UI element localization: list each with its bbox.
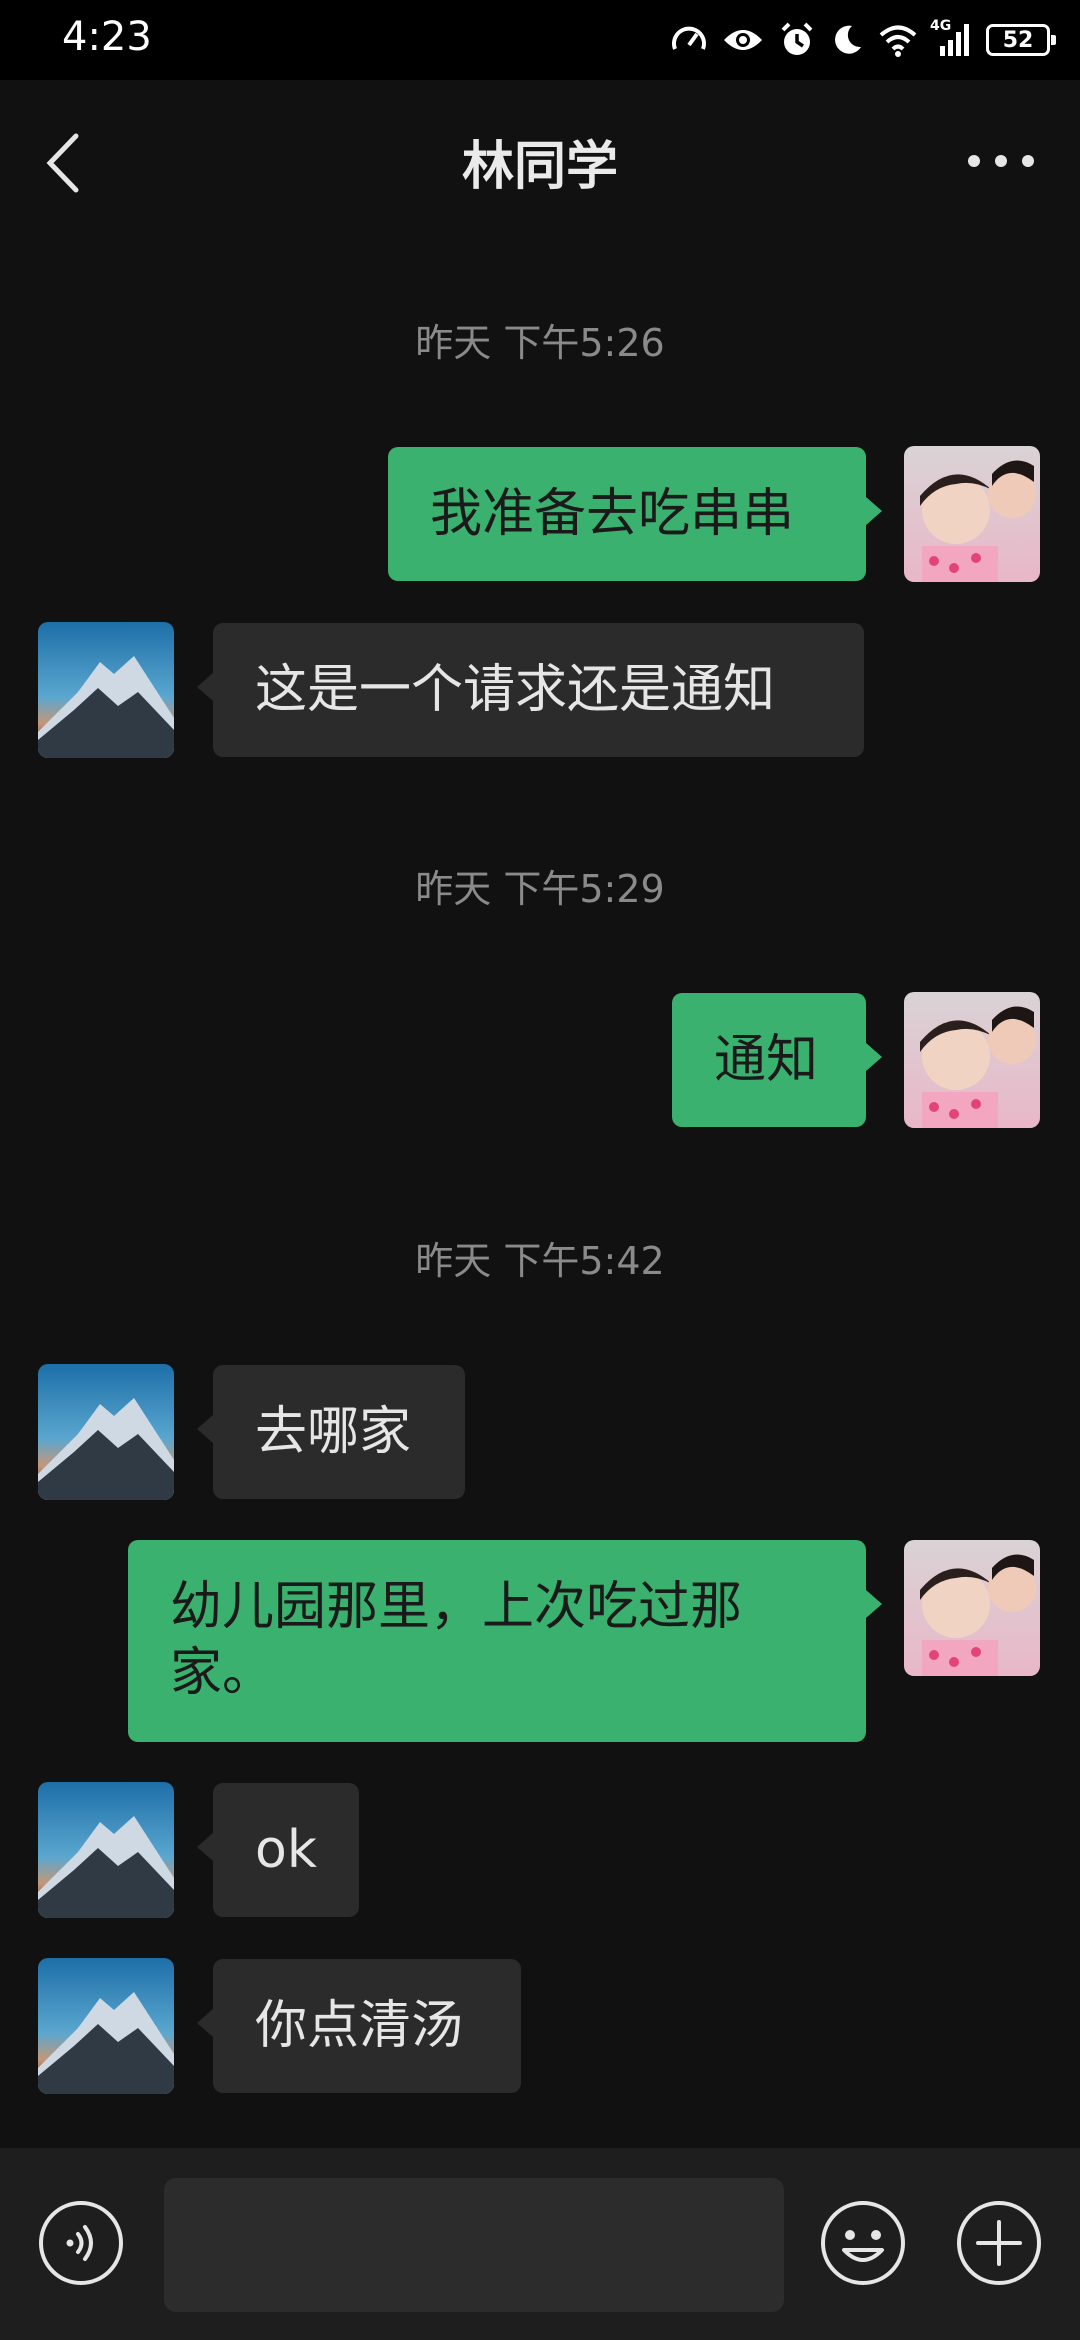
received-message-bubble[interactable]: ok xyxy=(197,1783,359,1917)
speedometer-icon xyxy=(672,26,706,50)
message-text: 我准备去吃串串 xyxy=(430,484,795,544)
message-text: 这是一个请求还是通知 xyxy=(255,660,776,720)
eye-icon xyxy=(724,30,762,50)
contact-avatar[interactable] xyxy=(38,622,174,758)
sent-message-bubble[interactable]: 幼儿园那里，上次吃过那家。 xyxy=(128,1540,882,1742)
status-bar: 4:23 4G 52 xyxy=(0,0,1080,80)
timestamp: 昨天 下午5:26 xyxy=(415,321,665,365)
received-message-bubble[interactable]: 你点清汤 xyxy=(197,1959,521,2093)
emoji-icon[interactable] xyxy=(820,2200,906,2286)
message-input[interactable] xyxy=(164,2178,784,2312)
timestamp: 昨天 下午5:42 xyxy=(415,1239,665,1283)
sent-message-bubble[interactable]: 通知 xyxy=(672,993,882,1127)
sent-message-bubble[interactable]: 我准备去吃串串 xyxy=(388,447,882,581)
my-avatar[interactable] xyxy=(904,992,1040,1128)
page-title: 林同学 xyxy=(461,137,618,197)
message-text: 去哪家 xyxy=(255,1402,412,1462)
timestamp: 昨天 下午5:29 xyxy=(415,867,665,911)
wifi-icon xyxy=(879,25,917,57)
signal-icon: 4G xyxy=(930,18,972,58)
plus-icon[interactable] xyxy=(956,2200,1042,2286)
message-text: 通知 xyxy=(714,1030,819,1090)
message-text: ok xyxy=(255,1820,317,1880)
message-text: 你点清汤 xyxy=(255,1996,464,2056)
input-bar xyxy=(0,2148,1080,2340)
network-type: 4G xyxy=(930,18,952,34)
status-time: 4:23 xyxy=(62,14,152,60)
battery-level: 52 xyxy=(1002,27,1034,53)
alarm-icon xyxy=(781,22,813,55)
received-message-bubble[interactable]: 去哪家 xyxy=(197,1365,465,1499)
contact-avatar[interactable] xyxy=(38,1364,174,1500)
battery-icon: 52 xyxy=(986,24,1056,56)
moon-icon xyxy=(835,25,861,54)
contact-avatar[interactable] xyxy=(38,1782,174,1918)
message-text: 幼儿园那里，上次吃过那家。 xyxy=(170,1577,743,1703)
my-avatar[interactable] xyxy=(904,1540,1040,1676)
chat-header: 林同学 xyxy=(0,80,1080,242)
received-message-bubble[interactable]: 这是一个请求还是通知 xyxy=(197,623,864,757)
status-icons: 4G 52 xyxy=(670,16,1056,64)
voice-icon[interactable] xyxy=(38,2200,124,2286)
contact-avatar[interactable] xyxy=(38,1958,174,2094)
my-avatar[interactable] xyxy=(904,446,1040,582)
more-options-icon[interactable] xyxy=(956,136,1046,186)
